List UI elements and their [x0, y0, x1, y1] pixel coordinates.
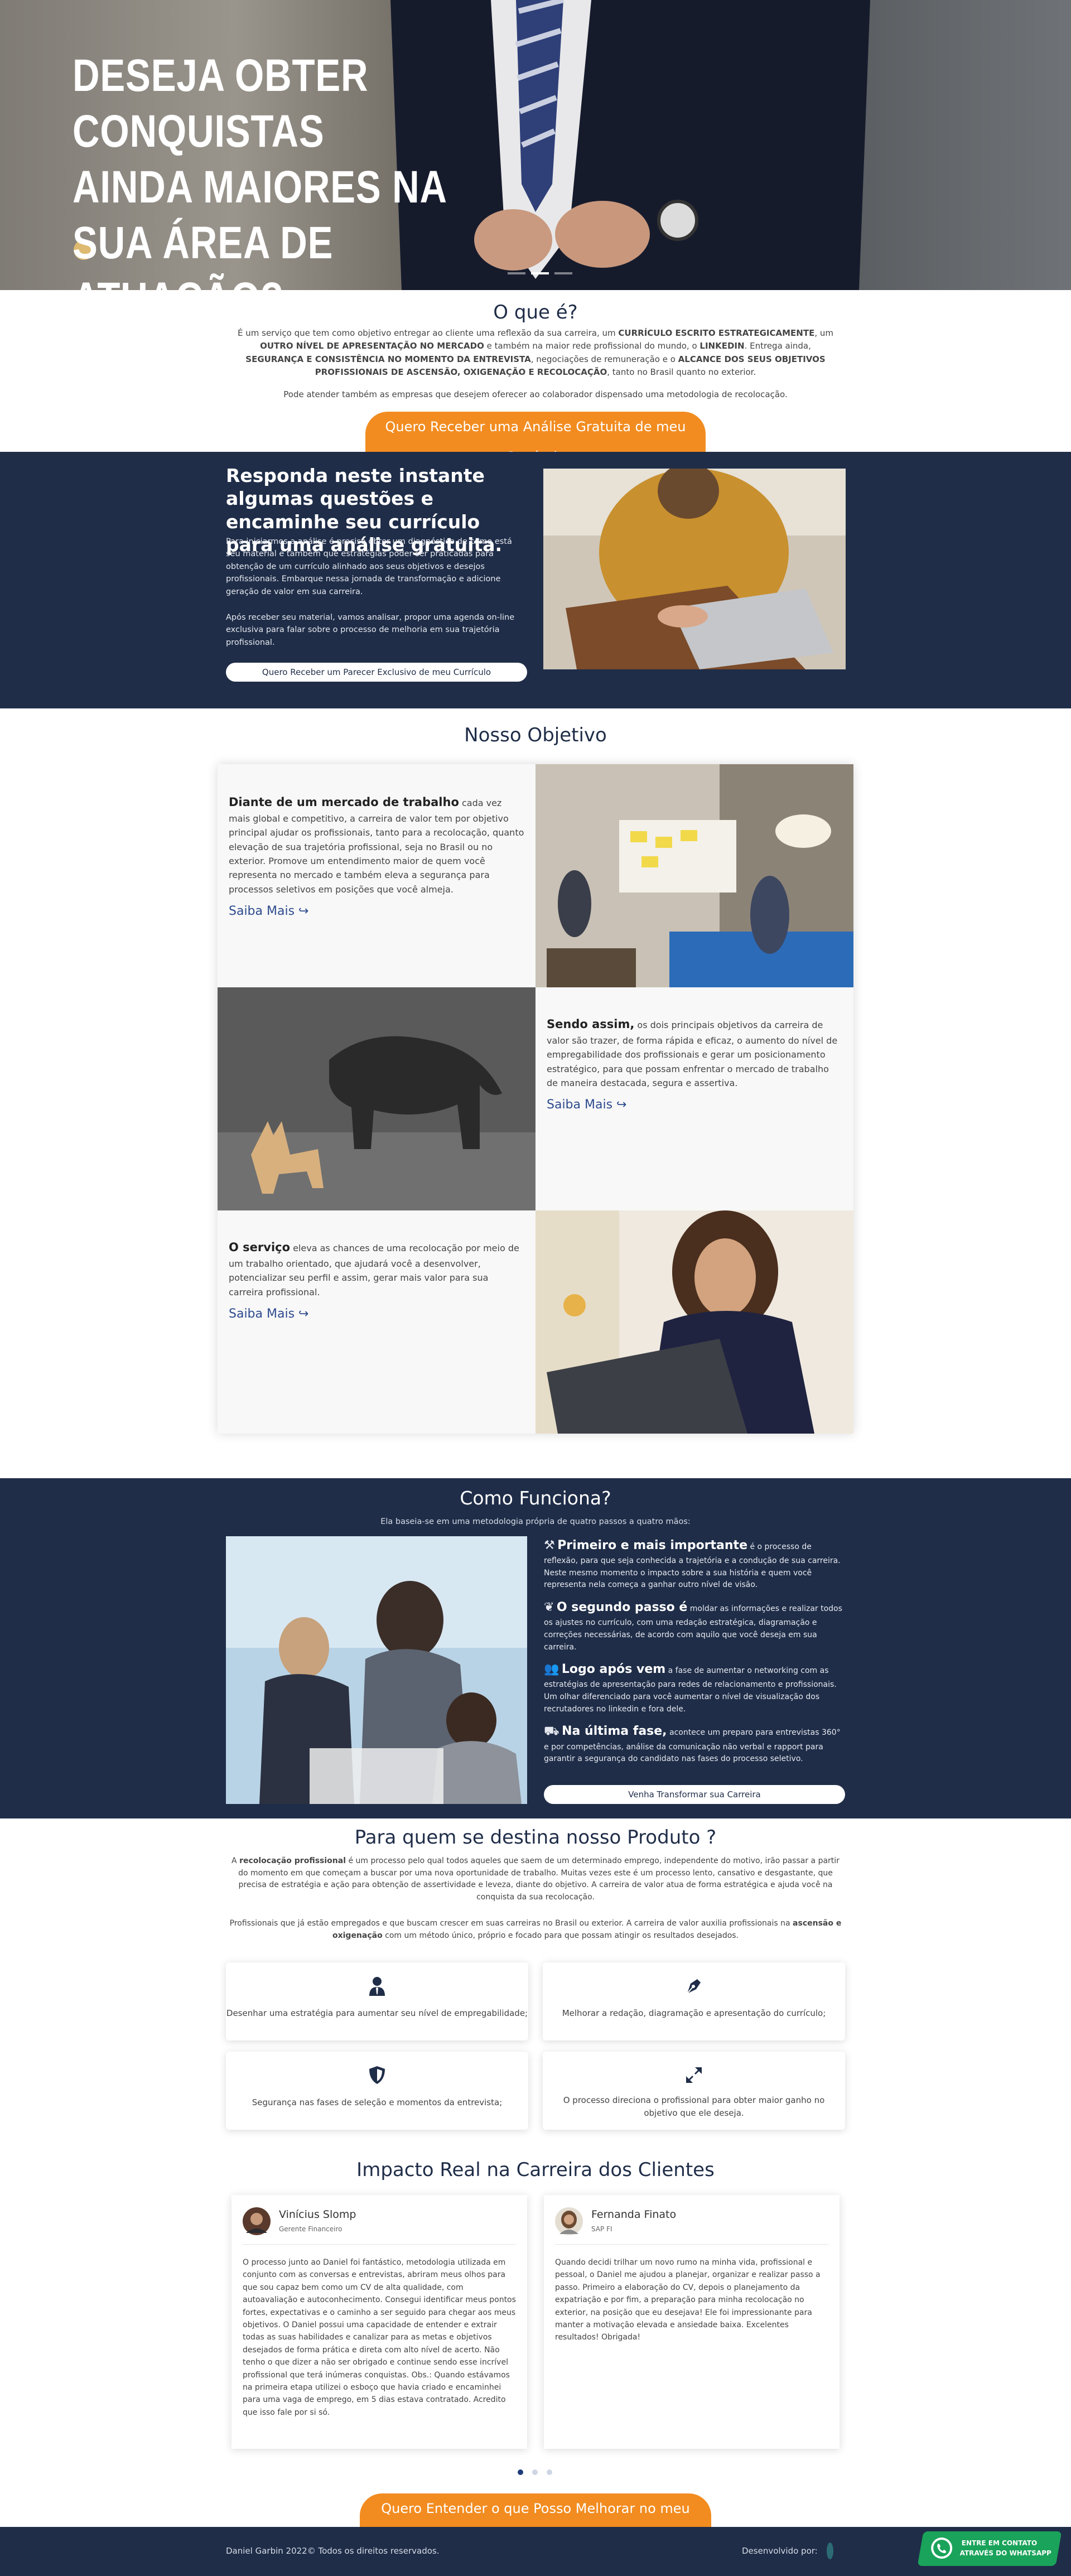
- objective-item-2: Sendo assim, os dois principais objetivo…: [547, 1015, 842, 1112]
- objective-title: Nosso Objetivo: [464, 724, 607, 746]
- avatar: [555, 2207, 583, 2235]
- testimonial-name: Vinícius Slomp: [279, 2208, 356, 2221]
- how-step-2: ❦ O segundo passo é moldar as informaçõe…: [544, 1600, 842, 1652]
- testimonial-carousel-dots[interactable]: [518, 2469, 552, 2475]
- saiba-mais-link[interactable]: Saiba Mais ↪: [229, 1307, 524, 1321]
- pen-nib-icon: [687, 1979, 701, 1994]
- testimonial-role: SAP FI: [591, 2225, 612, 2233]
- user-tie-icon: [369, 1977, 385, 1996]
- target-title: Para quem se destina nosso Produto ?: [354, 1826, 717, 1849]
- what-description: É um serviço que tem como objetivo entre…: [238, 328, 833, 377]
- office-team-photo: [226, 1536, 527, 1804]
- footer-developed-by: Desenvolvido por:: [742, 2546, 818, 2556]
- feature-card-employability: Desenhar uma estratégia para aumentar se…: [226, 1962, 528, 2040]
- feature-card-objective-gain: O processo direciona o profissional para…: [543, 2052, 845, 2130]
- how-step-3: 👥 Logo após vem a fase de aumentar o net…: [544, 1662, 837, 1714]
- footer: Daniel Garbin 2022© Todos os direitos re…: [0, 2527, 1071, 2576]
- what-title: O que é?: [493, 301, 578, 324]
- cat-panther-shadow-photo: [218, 987, 536, 1210]
- hero-banner: DESEJA OBTER CONQUISTAS AINDA MAIORES NA…: [0, 0, 1071, 290]
- smiling-woman-laptop-photo: [536, 1210, 853, 1434]
- testimonial-role: Gerente Financeiro: [279, 2225, 342, 2233]
- respond-paragraph-1: Para iniciarmos a análise é preciso obte…: [226, 537, 512, 596]
- laptop-woman-photo: [543, 469, 846, 669]
- avatar: [243, 2207, 271, 2235]
- how-step-4: ⛟ Na última fase, acontece um preparo pa…: [544, 1724, 841, 1764]
- users-icon: 👥: [544, 1662, 559, 1677]
- shield-icon: [369, 2066, 385, 2084]
- developer-logo[interactable]: [826, 2541, 834, 2560]
- team-meeting-photo: [536, 764, 853, 987]
- whatsapp-icon: [931, 2538, 953, 2559]
- slide-dot[interactable]: [554, 272, 572, 274]
- what-section: O que é? É um serviço que tem como objet…: [0, 290, 1071, 472]
- saiba-mais-link[interactable]: Saiba Mais ↪: [547, 1098, 842, 1112]
- target-paragraph-1: A recolocação profissional é um processo…: [231, 1856, 840, 1902]
- carousel-dot[interactable]: [547, 2469, 552, 2475]
- whatsapp-contact-button[interactable]: ENTRE EM CONTATO ATRAVÉS DO WHATSAPP: [917, 2531, 1062, 2566]
- hammer-icon: ⚒: [544, 1538, 555, 1552]
- testimonial-name: Fernanda Finato: [591, 2208, 677, 2221]
- carousel-dot[interactable]: [532, 2469, 538, 2475]
- testimonial-card: Fernanda Finato SAP FI Quando decidi tri…: [544, 2195, 840, 2449]
- expand-arrows-icon: [686, 2067, 702, 2083]
- impact-title: Impacto Real na Carreira dos Clientes: [356, 2159, 715, 2181]
- carousel-dot[interactable]: [518, 2469, 523, 2475]
- feature-card-resume-writing: Melhorar a redação, diagramação e aprese…: [543, 1962, 845, 2040]
- whatsapp-line-1: ENTRE EM CONTATO: [961, 2539, 1038, 2547]
- respond-section: Responda neste instante algumas questões…: [0, 452, 1071, 708]
- how-title: Como Funciona?: [460, 1487, 611, 1509]
- slide-dot[interactable]: [508, 272, 525, 274]
- footer-copyright: Daniel Garbin 2022© Todos os direitos re…: [226, 2546, 440, 2556]
- whatsapp-line-2: ATRAVÉS DO WHATSAPP: [959, 2549, 1051, 2557]
- objective-item-1: Diante de um mercado de trabalho cada ve…: [229, 795, 524, 918]
- respond-paragraph-2: Após receber seu material, vamos analisa…: [226, 613, 515, 647]
- how-steps: ⚒ Primeiro e mais importante é o process…: [544, 1536, 845, 1772]
- how-subtitle: Ela baseia-se em uma metodologia própria…: [380, 1517, 691, 1526]
- testimonial-card: Vinícius Slomp Gerente Financeiro O proc…: [231, 2195, 527, 2449]
- hero-slider-dots[interactable]: [508, 272, 572, 274]
- slide-dot[interactable]: [531, 272, 549, 274]
- how-step-1: ⚒ Primeiro e mais importante é o process…: [544, 1538, 841, 1590]
- truck-icon: ⛟: [544, 1724, 559, 1739]
- objective-item-3: O serviço eleva as chances de uma recolo…: [229, 1238, 524, 1321]
- divider: [243, 2244, 516, 2245]
- saiba-mais-link[interactable]: Saiba Mais ↪: [229, 904, 524, 918]
- objective-section: Nosso Objetivo Diante de um mercado de t…: [0, 708, 1071, 1478]
- testimonial-text: Quando decidi trilhar um novo rumo na mi…: [555, 2258, 821, 2342]
- hero-title: DESEJA OBTER CONQUISTAS AINDA MAIORES NA…: [73, 50, 446, 290]
- feature-card-interview-security: Segurança nas fases de seleção e momento…: [226, 2052, 528, 2130]
- testimonial-text: O processo junto ao Daniel foi fantástic…: [243, 2258, 516, 2417]
- what-companies-note: Pode atender também as empresas que dese…: [283, 389, 788, 399]
- target-section: Para quem se destina nosso Produto ? A r…: [0, 1818, 1071, 2159]
- impact-section: Impacto Real na Carreira dos Clientes Vi…: [0, 2159, 1071, 2554]
- target-paragraph-2: Profissionais que já estão empregados e …: [229, 1919, 842, 1940]
- transform-career-button[interactable]: Venha Transformar sua Carreira: [544, 1785, 845, 1804]
- exclusive-opinion-button[interactable]: Quero Receber um Parecer Exclusivo de me…: [226, 663, 527, 682]
- leaf-icon: ❦: [544, 1600, 554, 1615]
- divider: [555, 2244, 828, 2245]
- how-section: Como Funciona? Ela baseia-se em uma meto…: [0, 1478, 1071, 1818]
